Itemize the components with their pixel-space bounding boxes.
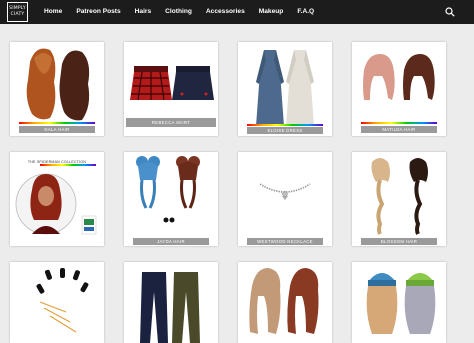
- beanie-hair-image: [366, 273, 436, 334]
- post-card-spiderman-collection[interactable]: THE SPIDERMAN COLLECTION: [10, 152, 104, 246]
- spiderman-collection-image: [15, 173, 97, 235]
- top-navbar: SIMPLY CIATY Home Patreon Posts Hairs Cl…: [0, 0, 474, 24]
- eloise-dress-image: [256, 50, 314, 126]
- rainbow-bar: [247, 124, 323, 126]
- rainbow-bar: [361, 122, 437, 124]
- pants-image: [140, 272, 200, 343]
- nav-clothing[interactable]: Clothing: [165, 0, 192, 24]
- jayda-hair-image: [136, 156, 200, 223]
- post-card-matilda-hair[interactable]: MATILDA HAIR: [352, 42, 446, 136]
- logo-line-1: SIMPLY: [9, 6, 26, 11]
- nav-makeup[interactable]: Makeup: [259, 0, 284, 24]
- westwood-necklace-image: [259, 183, 311, 200]
- post-card-rebecca-skirt[interactable]: REBECCA SKIRT: [124, 42, 218, 136]
- post-label: MATILDA HAIR: [361, 126, 437, 133]
- post-card-nails[interactable]: [10, 262, 104, 343]
- post-label: NALA HAIR: [19, 126, 95, 133]
- post-label: WESTWOOD NECKLACE: [247, 238, 323, 245]
- nav-faq[interactable]: F.A.Q: [297, 0, 314, 24]
- post-card-pants[interactable]: [124, 262, 218, 343]
- main-menu: Home Patreon Posts Hairs Clothing Access…: [44, 0, 328, 24]
- post-card-westwood-necklace[interactable]: WESTWOOD NECKLACE: [238, 152, 332, 246]
- post-card-blossom-hair[interactable]: BLOSSOM HAIR: [352, 152, 446, 246]
- site-logo[interactable]: SIMPLY CIATY: [7, 2, 28, 22]
- rainbow-bar: [19, 122, 95, 124]
- post-card-beanie-hair[interactable]: [352, 262, 446, 343]
- post-label: REBECCA SKIRT: [126, 118, 216, 127]
- post-card-eloise-dress[interactable]: ELOISE DRESS: [238, 42, 332, 136]
- post-label: BLOSSOM HAIR: [361, 238, 437, 245]
- nav-home[interactable]: Home: [44, 0, 62, 24]
- post-card-hair-brown[interactable]: [238, 262, 332, 343]
- nav-hairs[interactable]: Hairs: [135, 0, 152, 24]
- nav-accessories[interactable]: Accessories: [206, 0, 245, 24]
- post-card-jayda-hair[interactable]: JAYDA HAIR: [124, 152, 218, 246]
- post-label: ELOISE DRESS: [247, 127, 323, 134]
- post-card-nala-hair[interactable]: NALA HAIR: [10, 42, 104, 136]
- search-icon[interactable]: [445, 7, 455, 17]
- brown-hair-image: [249, 268, 319, 334]
- logo-line-2: CIATY: [10, 11, 25, 17]
- post-label: JAYDA HAIR: [133, 238, 209, 245]
- nails-image: [36, 268, 89, 333]
- blossom-hair-image: [371, 158, 428, 235]
- nav-patreon-posts[interactable]: Patreon Posts: [76, 0, 120, 24]
